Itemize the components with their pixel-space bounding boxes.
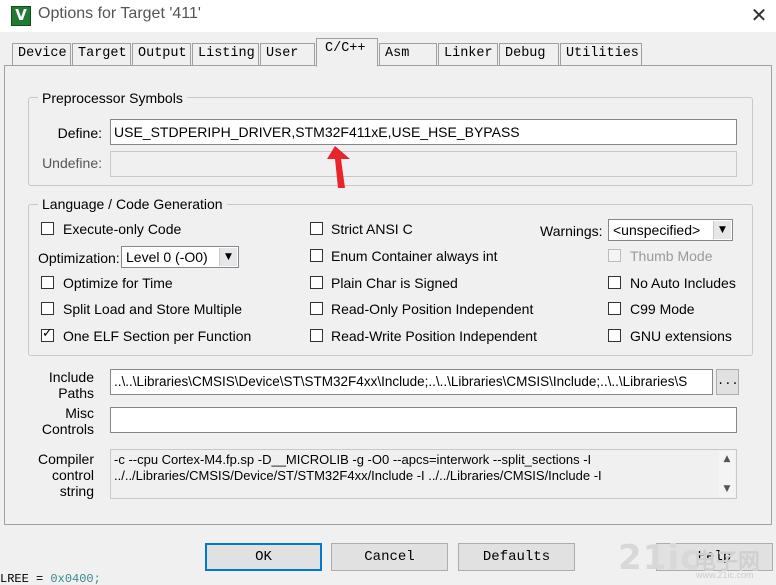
warnings-select[interactable]: <unspecified> ▼ bbox=[608, 219, 733, 241]
optimization-label: Optimization: bbox=[38, 250, 120, 266]
split-load-store-checkbox[interactable] bbox=[41, 302, 54, 315]
tab-listing[interactable]: Listing bbox=[192, 43, 259, 65]
watermark-url: www.21ic.com bbox=[696, 570, 754, 580]
strict-ansi-label: Strict ANSI C bbox=[331, 221, 413, 237]
include-paths-input[interactable]: ..\..\Libraries\CMSIS\Device\ST\STM32F4x… bbox=[110, 369, 713, 395]
optimization-value: Level 0 (-O0) bbox=[126, 249, 208, 265]
undefine-label: Undefine: bbox=[42, 155, 102, 171]
tab-c-cpp[interactable]: C/C++ bbox=[316, 38, 378, 67]
c99-mode-label: C99 Mode bbox=[630, 301, 695, 317]
ok-button[interactable]: OK bbox=[205, 543, 322, 571]
vertical-scrollbar[interactable]: ▲ ▼ bbox=[719, 451, 735, 497]
one-elf-checkbox[interactable]: ✓ bbox=[41, 326, 54, 342]
compiler-control-string: -c --cpu Cortex-M4.fp.sp -D__MICROLIB -g… bbox=[110, 449, 737, 499]
watermark-logo: 21ic bbox=[618, 538, 702, 578]
tab-linker[interactable]: Linker bbox=[438, 43, 498, 65]
keil-icon: V bbox=[11, 6, 31, 26]
enum-container-checkbox[interactable] bbox=[310, 249, 323, 262]
plain-char-label: Plain Char is Signed bbox=[331, 275, 458, 291]
define-input[interactable]: USE_STDPERIPH_DRIVER,STM32F411xE,USE_HSE… bbox=[110, 119, 737, 145]
gnu-extensions-label: GNU extensions bbox=[630, 328, 732, 344]
background-code: LREE = 0x0400; bbox=[0, 573, 101, 585]
title-bar: V Options for Target '411' ✕ bbox=[0, 0, 776, 32]
c99-mode-checkbox[interactable] bbox=[608, 302, 621, 315]
tab-user[interactable]: User bbox=[260, 43, 315, 65]
undefine-input[interactable] bbox=[110, 151, 737, 177]
tab-utilities[interactable]: Utilities bbox=[560, 43, 642, 65]
strict-ansi-checkbox[interactable] bbox=[310, 222, 323, 235]
chevron-down-icon[interactable]: ▼ bbox=[713, 221, 731, 239]
close-icon[interactable]: ✕ bbox=[742, 2, 776, 30]
execute-only-label: Execute-only Code bbox=[63, 221, 182, 237]
warnings-label: Warnings: bbox=[540, 223, 603, 239]
defaults-button[interactable]: Defaults bbox=[458, 543, 575, 571]
compiler-line-2: ../../Libraries/CMSIS/Device/ST/STM32F4x… bbox=[114, 468, 602, 483]
window-title: Options for Target '411' bbox=[38, 5, 201, 22]
no-auto-includes-checkbox[interactable] bbox=[608, 276, 621, 289]
rw-pi-label: Read-Write Position Independent bbox=[331, 328, 537, 344]
preprocessor-group-title: Preprocessor Symbols bbox=[38, 90, 187, 106]
language-group-title: Language / Code Generation bbox=[38, 196, 227, 212]
ro-pi-checkbox[interactable] bbox=[310, 302, 323, 315]
one-elf-label: One ELF Section per Function bbox=[63, 328, 252, 344]
tab-asm[interactable]: Asm bbox=[379, 43, 437, 65]
optimization-select[interactable]: Level 0 (-O0) ▼ bbox=[121, 246, 239, 268]
misc-controls-label: Misc Controls bbox=[41, 405, 94, 437]
thumb-mode-checkbox bbox=[608, 249, 621, 262]
include-paths-label: Include Paths bbox=[48, 369, 94, 401]
rw-pi-checkbox[interactable] bbox=[310, 329, 323, 342]
define-label: Define: bbox=[57, 125, 102, 141]
enum-container-label: Enum Container always int bbox=[331, 248, 498, 264]
ro-pi-label: Read-Only Position Independent bbox=[331, 301, 534, 317]
chevron-down-icon[interactable]: ▼ bbox=[719, 481, 735, 497]
chevron-up-icon[interactable]: ▲ bbox=[719, 451, 735, 467]
tab-output[interactable]: Output bbox=[132, 43, 191, 65]
execute-only-checkbox[interactable] bbox=[41, 222, 54, 235]
annotation-arrow bbox=[327, 146, 350, 188]
warnings-value: <unspecified> bbox=[613, 222, 701, 238]
checkmark-icon: ✓ bbox=[42, 326, 53, 341]
tab-target[interactable]: Target bbox=[72, 43, 131, 65]
plain-char-checkbox[interactable] bbox=[310, 276, 323, 289]
tab-device[interactable]: Device bbox=[12, 43, 71, 65]
thumb-mode-label: Thumb Mode bbox=[630, 248, 713, 264]
optimize-time-checkbox[interactable] bbox=[41, 276, 54, 289]
gnu-extensions-checkbox[interactable] bbox=[608, 329, 621, 342]
misc-controls-input[interactable] bbox=[110, 407, 737, 433]
cancel-button[interactable]: Cancel bbox=[331, 543, 448, 571]
tab-debug[interactable]: Debug bbox=[499, 43, 559, 65]
chevron-down-icon[interactable]: ▼ bbox=[219, 248, 237, 266]
no-auto-includes-label: No Auto Includes bbox=[630, 275, 736, 291]
compiler-line-1: -c --cpu Cortex-M4.fp.sp -D__MICROLIB -g… bbox=[114, 452, 592, 467]
split-load-store-label: Split Load and Store Multiple bbox=[63, 301, 242, 317]
compiler-control-label: Compiler control string bbox=[37, 451, 94, 499]
optimize-time-label: Optimize for Time bbox=[63, 275, 173, 291]
include-browse-button[interactable]: ... bbox=[716, 369, 739, 395]
